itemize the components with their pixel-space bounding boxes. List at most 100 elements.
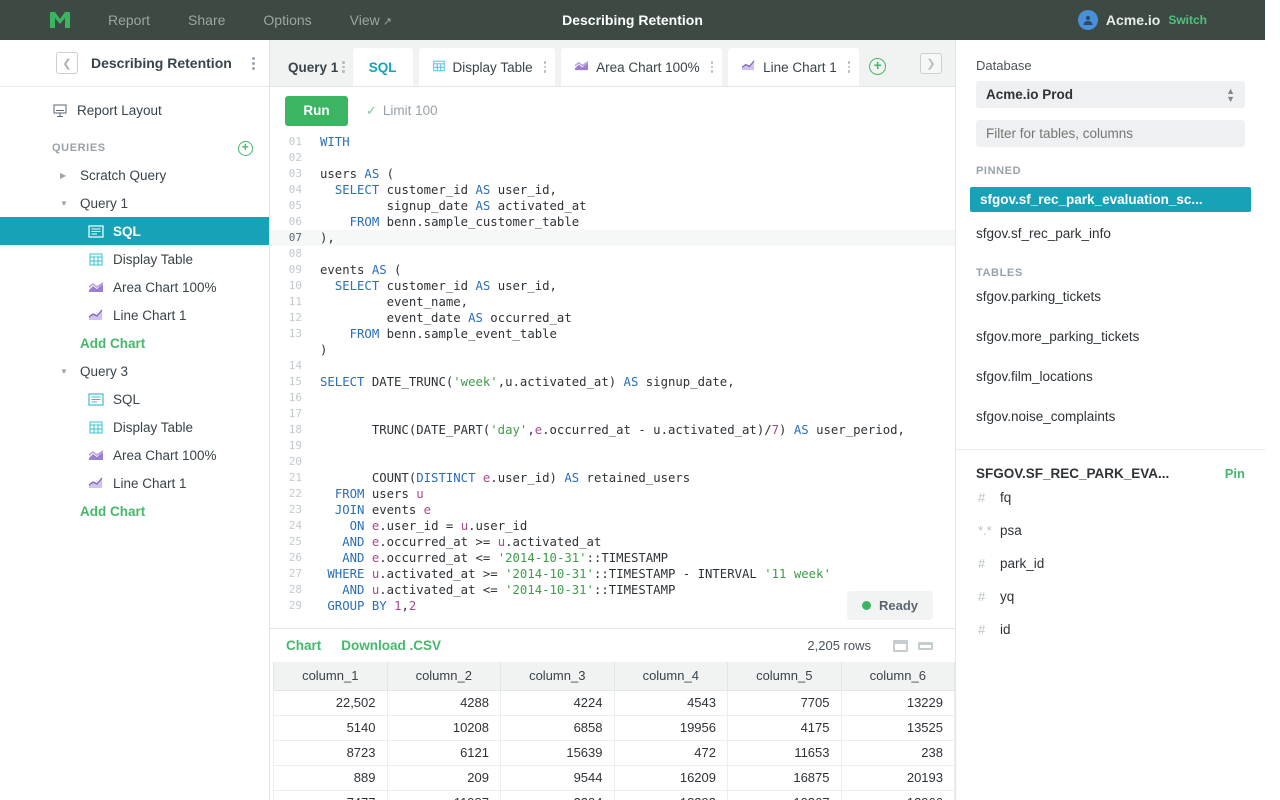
- kebab-menu-icon[interactable]: [540, 61, 547, 73]
- sidebar-item-q1-area-chart[interactable]: Area Chart 100%: [0, 273, 269, 301]
- nav-options[interactable]: Options: [263, 12, 311, 28]
- compact-view-icon[interactable]: [918, 641, 933, 650]
- sidebar-item-q1-display-table[interactable]: Display Table: [0, 245, 269, 273]
- mode-m-logo[interactable]: [48, 10, 74, 30]
- code-line: 13 FROM benn.sample_event_table: [270, 326, 955, 342]
- tab-sql[interactable]: SQL: [352, 48, 413, 86]
- table-view-icon[interactable]: [893, 639, 908, 652]
- code-line: 23 JOIN events e: [270, 502, 955, 518]
- sidebar-item-q3-sql[interactable]: SQL: [0, 385, 269, 413]
- chevron-down-icon[interactable]: ▼: [60, 199, 68, 208]
- tab-query-name[interactable]: Query 1: [270, 48, 353, 86]
- code-line: 24 ON e.user_id = u.user_id: [270, 518, 955, 534]
- kebab-menu-icon[interactable]: [707, 61, 714, 73]
- code-line: 25 AND e.occurred_at >= u.activated_at: [270, 534, 955, 550]
- sidebar-item-report-layout[interactable]: Report Layout: [0, 93, 269, 127]
- column-header[interactable]: column_5: [727, 662, 842, 691]
- sidebar-item-q1-sql[interactable]: SQL: [0, 217, 269, 245]
- column-item[interactable]: # park_id: [956, 547, 1265, 580]
- table-item-more-parking-tickets[interactable]: sfgov.more_parking_tickets: [976, 329, 1245, 344]
- tab-line-chart[interactable]: Line Chart 1: [728, 48, 860, 86]
- sidebar-add-chart-q3[interactable]: Add Chart: [0, 497, 269, 525]
- column-header[interactable]: column_2: [386, 662, 501, 691]
- nav-view[interactable]: View ↗: [350, 12, 392, 28]
- line-source: WITH: [320, 135, 350, 149]
- plus-circle-icon[interactable]: +: [869, 58, 887, 75]
- column-header[interactable]: column_3: [500, 662, 615, 691]
- table-row: 5140 10208 6858 19956 4175 13525: [273, 715, 955, 741]
- filter-input[interactable]: [976, 120, 1245, 147]
- plus-circle-icon[interactable]: +: [238, 140, 253, 156]
- nav-report[interactable]: Report: [108, 12, 150, 28]
- column-item[interactable]: *.* psa: [956, 514, 1265, 547]
- status-badge-label: Ready: [878, 598, 918, 613]
- column-item[interactable]: # fq: [956, 481, 1265, 514]
- tab-area-chart[interactable]: Area Chart 100%: [561, 48, 723, 86]
- sidebar-item-q3-area-chart[interactable]: Area Chart 100%: [0, 441, 269, 469]
- pinned-table-item[interactable]: sfgov.sf_rec_park_info: [976, 226, 1245, 241]
- table-cell: 4288: [386, 690, 501, 716]
- line-number: 26: [288, 551, 302, 564]
- tab-display-table[interactable]: Display Table: [418, 48, 556, 86]
- column-item[interactable]: # id: [956, 613, 1265, 646]
- line-number: 08: [288, 247, 302, 260]
- chevron-right-icon[interactable]: ❯: [920, 53, 942, 74]
- sidebar-add-chart-q1[interactable]: Add Chart: [0, 329, 269, 357]
- left-sidebar: ❮ Describing Retention Report Layout QUE…: [0, 40, 270, 800]
- kebab-menu-icon[interactable]: [338, 61, 345, 73]
- column-type-icon: #: [978, 622, 986, 637]
- main-area: Query 1 SQL Display Table Area Chart 100…: [270, 40, 955, 800]
- sidebar-item-scratch-query[interactable]: ▶ Scratch Query: [0, 161, 269, 189]
- database-select[interactable]: Acme.io Prod ▲ ▼: [976, 81, 1245, 108]
- sql-editor[interactable]: 01 WITH 02 03 users AS (04 SELECT customer_…: [270, 134, 955, 628]
- topbar-right-filler: [1265, 0, 1280, 40]
- sidebar-item-q3-display-table[interactable]: Display Table: [0, 413, 269, 441]
- schema-browser: Database Acme.io Prod ▲▼ PINNED sfgov.sf…: [956, 40, 1265, 424]
- table-row: 22,502 4288 4224 4543 7705 13229: [273, 690, 955, 716]
- chevron-right-icon[interactable]: ▶: [60, 171, 66, 180]
- line-source: signup_date AS activated_at: [320, 199, 587, 213]
- pinned-table-selected[interactable]: sfgov.sf_rec_park_evaluation_sc...: [970, 187, 1251, 212]
- table-cell: 13229: [840, 690, 955, 716]
- table-item-parking-tickets[interactable]: sfgov.parking_tickets: [976, 289, 1245, 304]
- account-area[interactable]: Acme.io Switch: [1077, 10, 1207, 30]
- line-number: 21: [288, 471, 302, 484]
- kebab-menu-icon[interactable]: [844, 61, 851, 73]
- account-switch-link[interactable]: Switch: [1168, 13, 1207, 27]
- line-source: JOIN events e: [334, 503, 432, 517]
- sidebar-item-query-1[interactable]: ▼ Query 1: [0, 189, 269, 217]
- table-cell: 18293: [613, 790, 728, 800]
- table-cell: 15639: [500, 740, 615, 766]
- code-line: 27 WHERE u.activated_at >= '2014-10-31':…: [270, 566, 955, 582]
- chart-link[interactable]: Chart: [286, 638, 321, 653]
- tab-sql-label: SQL: [368, 59, 397, 75]
- download-csv-link[interactable]: Download .CSV: [341, 638, 441, 653]
- table-cell: 7477: [273, 790, 388, 800]
- pin-button[interactable]: Pin: [1225, 466, 1245, 481]
- sidebar-item-q3-line-chart[interactable]: Line Chart 1: [0, 469, 269, 497]
- line-number: 14: [288, 359, 302, 372]
- kebab-menu-icon[interactable]: [252, 55, 255, 72]
- chevron-down-icon[interactable]: ▼: [60, 367, 68, 376]
- column-header[interactable]: column_1: [273, 662, 388, 691]
- sql-code[interactable]: 01 WITH 02 03 users AS (04 SELECT customer_…: [270, 134, 955, 614]
- sidebar-item-q1-line-chart[interactable]: Line Chart 1: [0, 301, 269, 329]
- sidebar-item-label: Query 3: [80, 363, 129, 379]
- column-header[interactable]: column_6: [840, 662, 955, 691]
- limit-toggle[interactable]: ✓ Limit 100: [366, 103, 438, 119]
- column-item[interactable]: # yq: [956, 580, 1265, 613]
- table-item-noise-complaints[interactable]: sfgov.noise_complaints: [976, 409, 1245, 424]
- run-button[interactable]: Run: [285, 95, 348, 126]
- run-toolbar: Run ✓ Limit 100: [270, 87, 955, 134]
- table-cell: 238: [840, 740, 955, 766]
- tab-query-name-label: Query 1: [288, 59, 339, 75]
- chevron-left-icon[interactable]: ❮: [56, 52, 78, 74]
- table-cell: 209: [386, 765, 501, 791]
- table-item-film-locations[interactable]: sfgov.film_locations: [976, 369, 1245, 384]
- line-number: 05: [288, 199, 302, 212]
- line-source: GROUP BY 1,2: [327, 599, 417, 613]
- sidebar-item-query-3[interactable]: ▼ Query 3: [0, 357, 269, 385]
- nav-share[interactable]: Share: [188, 12, 225, 28]
- column-header[interactable]: column_4: [613, 662, 728, 691]
- tab-line-chart-label: Line Chart 1: [763, 59, 837, 75]
